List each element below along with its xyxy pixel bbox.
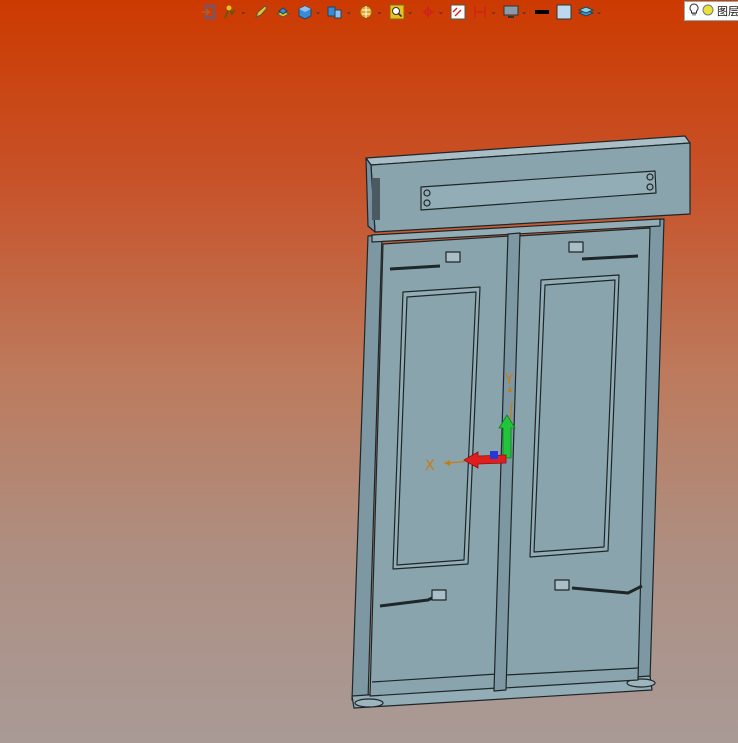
snap-tools-button[interactable]: ⌄ (222, 1, 247, 23)
chevron-down-icon[interactable]: ⌄ (240, 8, 247, 16)
door-header-box (365, 135, 691, 233)
section-icon (450, 4, 466, 20)
layer-status-icon (702, 4, 714, 19)
layers-button[interactable]: ⌄ (577, 1, 603, 23)
views-icon (327, 4, 343, 20)
light-swatch-icon (556, 4, 572, 20)
lightbulb-icon (689, 2, 699, 20)
render-icon (358, 4, 374, 20)
chevron-down-icon[interactable]: ⌄ (438, 8, 445, 16)
line-color-button[interactable] (534, 1, 550, 23)
chevron-down-icon[interactable]: ⌄ (490, 8, 497, 16)
snap-icon (222, 4, 238, 20)
crosshair-icon (420, 4, 436, 20)
chevron-down-icon[interactable]: ⌄ (315, 8, 322, 16)
pencil-icon (253, 4, 269, 20)
monitor-icon (503, 4, 519, 20)
dimension-button[interactable]: ⌄ (472, 1, 497, 23)
chevron-down-icon[interactable]: ⌄ (596, 8, 603, 16)
layers-icon (577, 4, 594, 20)
x-axis-label: X (425, 458, 435, 474)
solid-box-button[interactable]: ⌄ (297, 1, 322, 23)
right-door-leaf (503, 227, 651, 689)
left-door-leaf (369, 235, 511, 697)
render-style-button[interactable]: ⌄ (358, 1, 383, 23)
door-model[interactable]: Y X (0, 24, 738, 743)
zoom-button[interactable]: ⌄ (389, 1, 414, 23)
origin-button[interactable]: ⌄ (420, 1, 445, 23)
chevron-down-icon[interactable]: ⌄ (345, 8, 352, 16)
box-icon (297, 4, 313, 20)
section-button[interactable] (450, 1, 466, 23)
chevron-down-icon[interactable]: ⌄ (521, 8, 528, 16)
exit-sketch-button[interactable] (200, 1, 216, 23)
display-button[interactable]: ⌄ (503, 1, 528, 23)
layer-search-box[interactable]: 图层 (684, 1, 738, 21)
chevron-down-icon[interactable]: ⌄ (376, 8, 383, 16)
main-toolbar: ⌄ ⌄ ⌄ ⌄ ⌄ ⌄ ⌄ ⌄ ⌄ (200, 0, 738, 24)
edit-tool-button[interactable] (253, 1, 269, 23)
exit-icon (200, 4, 216, 20)
fill-color-button[interactable] (556, 1, 572, 23)
chevron-down-icon[interactable]: ⌄ (407, 8, 414, 16)
extrude-icon (275, 4, 291, 20)
y-axis-label: Y (504, 372, 514, 388)
search-box-text: 图层 (717, 5, 738, 18)
extrude-button[interactable] (275, 1, 291, 23)
view-orientation-button[interactable]: ⌄ (327, 1, 352, 23)
black-swatch-icon (534, 4, 550, 20)
dimension-icon (472, 4, 488, 20)
3d-viewport[interactable]: Y X (0, 24, 738, 743)
zoom-icon (389, 4, 405, 20)
